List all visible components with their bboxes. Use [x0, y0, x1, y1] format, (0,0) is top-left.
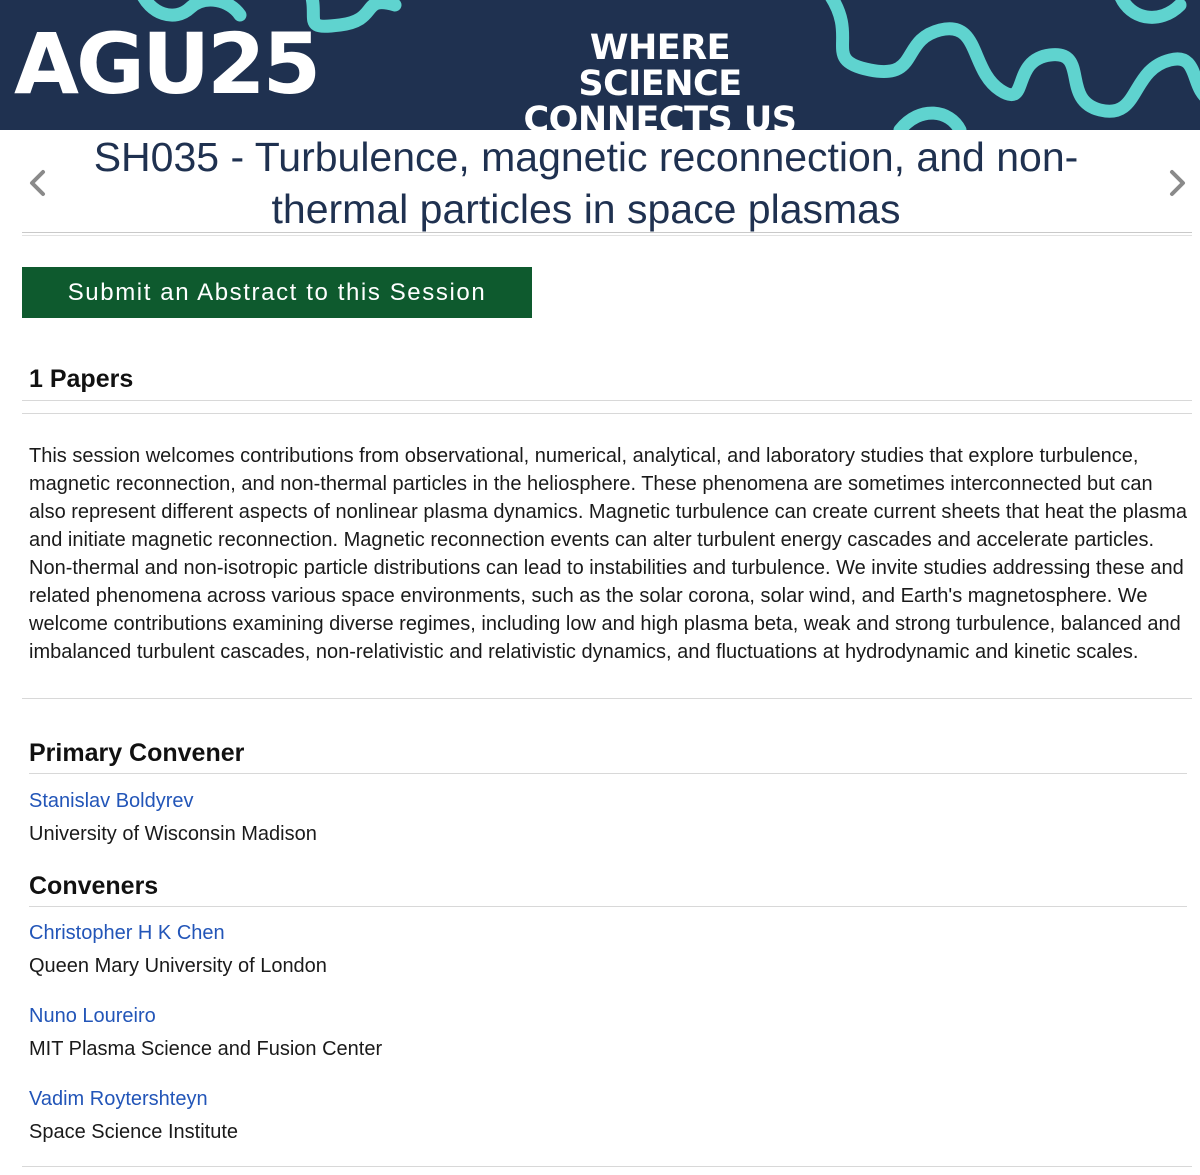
convener-affiliation: University of Wisconsin Madison — [29, 823, 317, 845]
papers-divider-top — [22, 400, 1192, 401]
convener-item: Christopher H K Chen Queen Mary Universi… — [29, 920, 327, 979]
submit-abstract-button[interactable]: Submit an Abstract to this Session — [22, 267, 532, 318]
tagline-line-2: CONNECTS US — [523, 100, 797, 130]
primary-convener: Stanislav Boldyrev University of Wiscons… — [29, 788, 317, 847]
conveners-divider — [29, 906, 1187, 907]
convener-name-link[interactable]: Vadim Roytershteyn — [29, 1086, 238, 1112]
agu25-logo: AGU25 — [14, 15, 321, 113]
convener-name-link[interactable]: Stanislav Boldyrev — [29, 788, 317, 814]
next-session-button[interactable] — [1165, 168, 1189, 198]
convener-affiliation: Queen Mary University of London — [29, 955, 327, 977]
convener-item: Nuno Loureiro MIT Plasma Science and Fus… — [29, 1003, 382, 1062]
convener-affiliation: MIT Plasma Science and Fusion Center — [29, 1038, 383, 1060]
header-banner: AGU25 WHERE SCIENCE CONNECTS US — [0, 0, 1200, 130]
convener-item: Vadim Roytershteyn Space Science Institu… — [29, 1086, 238, 1145]
papers-divider-bottom — [22, 413, 1192, 414]
banner-tagline: WHERE SCIENCE CONNECTS US — [505, 30, 815, 130]
description-divider — [22, 698, 1192, 699]
primary-convener-heading: Primary Convener — [29, 739, 245, 767]
convener-name-link[interactable]: Nuno Loureiro — [29, 1003, 382, 1029]
chevron-right-icon — [1170, 170, 1185, 196]
convener-name-link[interactable]: Christopher H K Chen — [29, 920, 327, 946]
papers-count-heading: 1 Papers — [29, 365, 134, 393]
title-divider — [22, 232, 1192, 236]
convener-affiliation: Space Science Institute — [29, 1121, 239, 1143]
conveners-heading: Conveners — [29, 872, 159, 900]
session-description: This session welcomes contributions from… — [29, 445, 1188, 663]
tagline-line-1: WHERE SCIENCE — [578, 28, 742, 104]
primary-convener-divider — [29, 773, 1187, 774]
session-title: SH035 - Turbulence, magnetic reconnectio… — [93, 134, 1079, 232]
footer-divider — [22, 1166, 1192, 1167]
